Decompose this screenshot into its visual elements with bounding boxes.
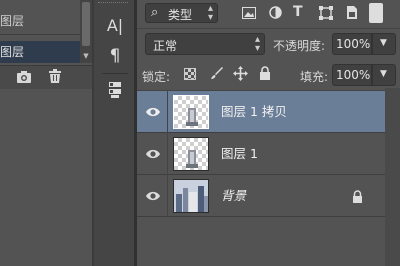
character-icon[interactable]: A| bbox=[102, 14, 128, 38]
blend-mode-dropdown[interactable]: 正常 ▴ ▾ bbox=[145, 33, 265, 55]
divider bbox=[137, 28, 400, 29]
visibility-eye-icon[interactable] bbox=[145, 106, 161, 118]
lock-image-icon[interactable] bbox=[210, 66, 224, 80]
opacity-label: 不透明度: bbox=[273, 39, 326, 53]
stepper-arrows-icon: ▴ ▾ bbox=[254, 34, 260, 54]
fill-dropdown-button[interactable]: ▼ bbox=[372, 64, 396, 86]
lock-all-icon[interactable] bbox=[259, 66, 271, 80]
filter-kind-label: 类型 bbox=[168, 8, 193, 22]
layer-name[interactable]: 图层 1 拷贝 bbox=[221, 91, 287, 133]
fill-input[interactable]: 100% bbox=[332, 64, 372, 86]
layer-comps-icon[interactable] bbox=[102, 80, 128, 104]
opacity-dropdown-button[interactable]: ▼ bbox=[372, 33, 396, 55]
opacity-input[interactable]: 100% bbox=[332, 33, 372, 55]
layer-filter-dropdown[interactable]: ⌕ 类型 ▴ ▾ bbox=[145, 3, 218, 23]
layer-thumbnail[interactable] bbox=[173, 179, 209, 213]
history-item-label: 图层 bbox=[0, 45, 25, 59]
history-toolbar bbox=[0, 65, 92, 89]
history-item-selected[interactable]: 图层 bbox=[0, 41, 80, 63]
type-filter-icon[interactable]: T bbox=[293, 4, 303, 20]
layers-scrollbar[interactable] bbox=[385, 88, 400, 266]
divider bbox=[167, 175, 168, 217]
fill-value: 100% bbox=[336, 68, 371, 82]
layer-row-selected[interactable]: 图层 1 拷贝 bbox=[137, 91, 385, 133]
filter-toggle-icon[interactable] bbox=[369, 3, 383, 23]
layer-name[interactable]: 图层 1 bbox=[221, 133, 258, 175]
history-panel: 图层 图层 bbox=[0, 0, 92, 266]
shape-filter-icon[interactable] bbox=[319, 6, 333, 20]
chevron-down-icon: ▼ bbox=[380, 38, 387, 48]
history-item[interactable]: 图层 bbox=[0, 10, 78, 32]
lock-position-icon[interactable] bbox=[233, 66, 248, 81]
trash-icon[interactable] bbox=[48, 69, 62, 84]
divider bbox=[0, 34, 80, 35]
pixel-filter-icon[interactable] bbox=[242, 7, 256, 19]
layer-thumbnail[interactable] bbox=[173, 137, 209, 171]
paragraph-icon[interactable]: ¶ bbox=[102, 44, 128, 68]
layers-panel: ⌕ 类型 ▴ ▾ T 正常 ▴ ▾ 不透明度: 100% ▼ 锁定: 填充: 100… bbox=[137, 0, 400, 266]
camera-icon[interactable] bbox=[16, 70, 32, 84]
visibility-eye-icon[interactable] bbox=[145, 190, 161, 202]
fill-label: 填充: bbox=[300, 70, 329, 84]
panel-grip[interactable] bbox=[98, 2, 128, 9]
visibility-eye-icon[interactable] bbox=[145, 148, 161, 160]
layer-row[interactable]: 图层 1 bbox=[137, 133, 385, 175]
smart-object-filter-icon[interactable] bbox=[346, 5, 358, 20]
divider bbox=[167, 91, 168, 133]
lock-transparent-icon[interactable] bbox=[184, 68, 196, 80]
blend-mode-value: 正常 bbox=[153, 39, 178, 53]
stepper-arrows-icon: ▴ ▾ bbox=[207, 3, 213, 23]
search-icon: ⌕ bbox=[151, 5, 159, 20]
history-scrollbar-thumb[interactable] bbox=[82, 2, 90, 46]
history-item-label: 图层 bbox=[0, 14, 25, 28]
divider bbox=[102, 73, 128, 74]
lock-label: 锁定: bbox=[142, 70, 171, 84]
opacity-value: 100% bbox=[336, 37, 371, 51]
layer-lock-icon[interactable] bbox=[352, 190, 363, 203]
chevron-down-icon: ▼ bbox=[380, 69, 387, 79]
divider bbox=[167, 133, 168, 175]
tool-strip: A| ¶ bbox=[94, 0, 134, 266]
layer-row[interactable]: 背景 bbox=[137, 175, 385, 217]
scroll-down-arrow-icon[interactable]: ▼ bbox=[82, 52, 90, 60]
layer-thumbnail[interactable] bbox=[173, 95, 209, 129]
layer-name[interactable]: 背景 bbox=[221, 175, 246, 217]
adjustment-filter-icon[interactable] bbox=[269, 6, 282, 19]
